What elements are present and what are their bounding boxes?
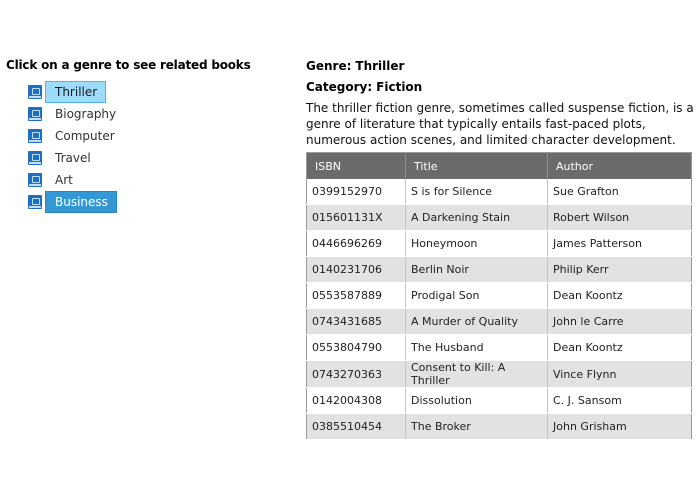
book-icon [28,107,42,121]
column-header-title[interactable]: Title [405,152,548,179]
table-row[interactable]: 0553804790 The Husband Dean Koontz [306,334,692,361]
isbn-cell: 0142004308 [306,387,406,414]
table-row[interactable]: 0446696269 Honeymoon James Patterson [306,230,692,257]
author-cell: Philip Kerr [547,256,692,283]
title-cell: The Husband [405,334,548,361]
genre-label-biography[interactable]: Biography [45,103,125,125]
title-cell: S is for Silence [405,179,548,205]
genre-label-travel[interactable]: Travel [45,147,100,169]
column-header-isbn[interactable]: ISBN [306,152,406,179]
table-row[interactable]: 0142004308 Dissolution C. J. Sansom [306,387,692,414]
isbn-cell: 0399152970 [306,179,406,205]
genre-list-heading: Click on a genre to see related books [6,58,251,72]
table-row[interactable]: 0140231706 Berlin Noir Philip Kerr [306,256,692,283]
title-cell: Dissolution [405,387,548,414]
author-cell: Sue Grafton [547,179,692,205]
book-icon [28,195,42,209]
genre-caption: Genre: [306,59,352,73]
book-icon [28,173,42,187]
author-cell: Dean Koontz [547,334,692,361]
genre-label-computer[interactable]: Computer [45,125,124,147]
title-cell: Berlin Noir [405,256,548,283]
title-cell: Honeymoon [405,230,548,257]
table-row[interactable]: 0399152970 S is for Silence Sue Grafton [306,179,692,205]
column-header-author[interactable]: Author [547,152,692,179]
author-cell: C. J. Sansom [547,387,692,414]
book-icon [28,129,42,143]
isbn-cell: 0446696269 [306,230,406,257]
table-header-row: ISBN Title Author [306,152,692,179]
genre-label-thriller[interactable]: Thriller [45,81,107,103]
title-cell: Consent to Kill: A Thriller [405,360,548,388]
isbn-cell: 0140231706 [306,256,406,283]
author-cell: John Grisham [547,413,692,440]
isbn-cell: 0553804790 [306,334,406,361]
category-caption: Category: [306,80,373,94]
author-cell: John le Carre [547,308,692,335]
table-row[interactable]: 0553587889 Prodigal Son Dean Koontz [306,282,692,309]
book-icon [28,85,42,99]
title-cell: Prodigal Son [405,282,548,309]
isbn-cell: 0553587889 [306,282,406,309]
isbn-cell: 0743431685 [306,308,406,335]
isbn-cell: 0385510454 [306,413,406,440]
books-table: ISBN Title Author 0399152970 S is for Si… [306,152,692,440]
table-row[interactable]: 0743431685 A Murder of Quality John le C… [306,308,692,335]
genre-label-business[interactable]: Business [45,191,117,213]
table-row[interactable]: 0743270363 Consent to Kill: A Thriller V… [306,360,692,388]
author-cell: Vince Flynn [547,360,692,388]
author-cell: James Patterson [547,230,692,257]
isbn-cell: 0743270363 [306,360,406,388]
table-row[interactable]: 015601131X A Darkening Stain Robert Wils… [306,204,692,231]
title-cell: The Broker [405,413,548,440]
isbn-cell: 015601131X [306,204,406,231]
book-icon [28,151,42,165]
genre-value: Thriller [355,59,405,73]
title-cell: A Darkening Stain [405,204,548,231]
genre-description: The thriller fiction genre, sometimes ca… [306,101,694,147]
author-cell: Robert Wilson [547,204,692,231]
genre-detail-panel: Genre: Thriller Category: Fiction The thri… [306,58,694,148]
author-cell: Dean Koontz [547,282,692,309]
category-value: Fiction [376,80,423,94]
title-cell: A Murder of Quality [405,308,548,335]
genre-line: Genre: Thriller [306,58,694,79]
table-row[interactable]: 0385510454 The Broker John Grisham [306,413,692,440]
category-line: Category: Fiction [306,79,694,100]
genre-label-art[interactable]: Art [45,169,82,191]
